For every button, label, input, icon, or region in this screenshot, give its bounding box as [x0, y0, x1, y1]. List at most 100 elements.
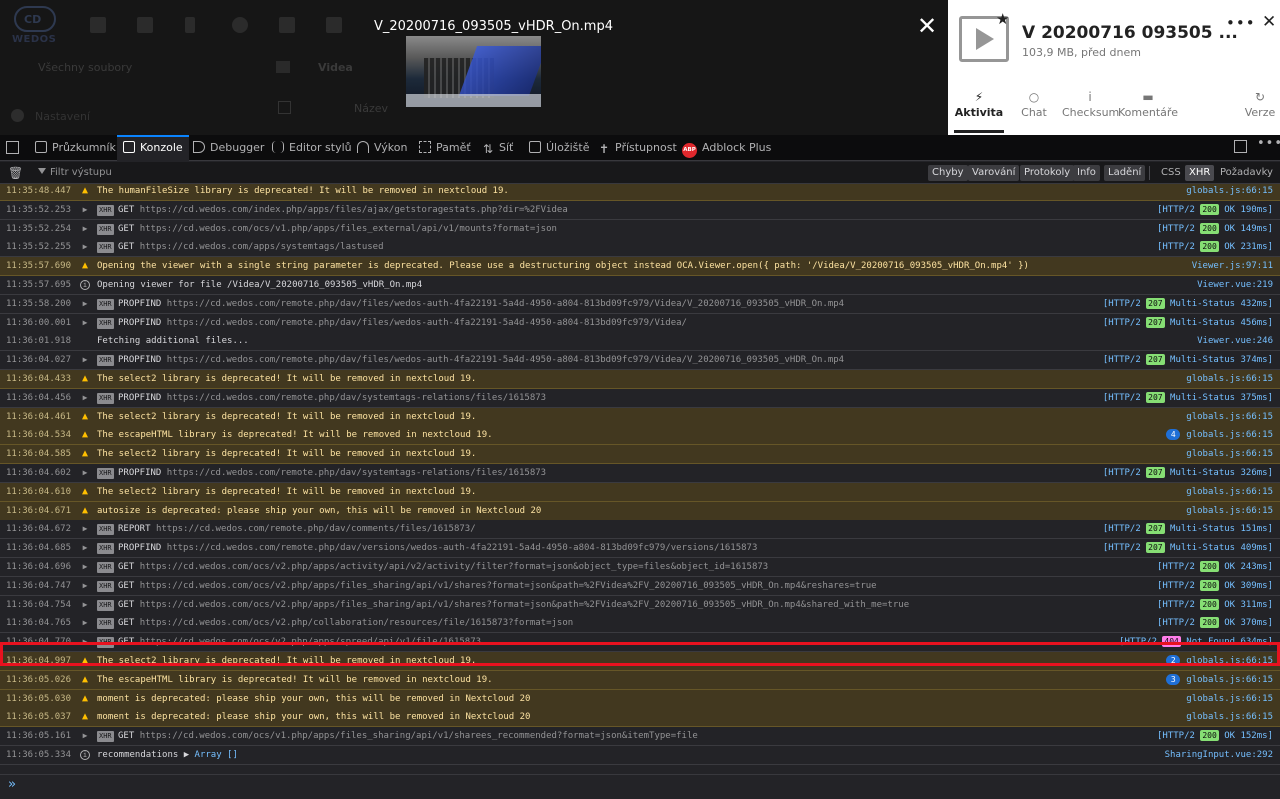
tab-debugger[interactable]: Debugger [193, 135, 264, 161]
home-icon[interactable] [276, 61, 290, 73]
warning-row[interactable]: 11:36:05.037 ▲ moment is deprecated: pleas… [0, 708, 1280, 728]
request-url[interactable]: https://cd.wedos.com/ocs/v2.php/apps/fil… [140, 581, 877, 591]
tab-inspector[interactable]: Průzkumník [35, 135, 116, 161]
nav-settings[interactable]: Nastavení [35, 110, 90, 123]
network-request-row[interactable]: 11:36:04.770 ▶ XHR GET https://cd.wedos.com… [0, 633, 1280, 653]
expand-arrow-icon[interactable]: ▶ [78, 577, 92, 595]
network-request-row[interactable]: 11:36:04.696 ▶ XHR GET https://cd.wedos.com… [0, 558, 1280, 577]
expand-arrow-icon[interactable]: ▶ [78, 220, 92, 238]
warning-row[interactable]: 11:36:04.433 ▲ The select2 library is depr… [0, 370, 1280, 389]
expand-arrow-icon[interactable]: ▶ [78, 314, 92, 332]
source-link[interactable]: globals.js:66:15 [1186, 656, 1273, 666]
network-request-row[interactable]: 11:35:52.255 ▶ XHR GET https://cd.wedos.com… [0, 238, 1280, 258]
calendar-app-icon[interactable] [326, 17, 342, 33]
expand-arrow-icon[interactable]: ▶ [78, 464, 92, 482]
source-link[interactable]: Viewer.js:97:11 [1192, 261, 1273, 271]
talk-app-icon[interactable] [232, 17, 248, 33]
network-request-row[interactable]: 11:35:52.254 ▶ XHR GET https://cd.wedos.com… [0, 219, 1280, 239]
source-link[interactable]: globals.js:66:15 [1186, 675, 1273, 685]
filter-info-button[interactable]: Info [1073, 165, 1100, 181]
request-url[interactable]: https://cd.wedos.com/remote.php/dav/file… [167, 299, 844, 309]
expand-arrow-icon[interactable]: ▶ [78, 727, 92, 745]
warning-row[interactable]: 11:36:04.671 ▲ autosize is deprecated: ple… [0, 501, 1280, 521]
network-request-row[interactable]: 11:36:04.765 ▶ XHR GET https://cd.wedos.com… [0, 614, 1280, 634]
favorite-star-icon[interactable]: ★ [996, 10, 1009, 28]
nav-all-files[interactable]: Všechny soubory [38, 61, 132, 74]
object-preview[interactable]: Array [] [195, 750, 238, 760]
source-link[interactable]: globals.js:66:15 [1186, 487, 1273, 497]
devtools-menu-icon[interactable]: ••• [1257, 136, 1280, 151]
source-link[interactable]: globals.js:66:15 [1186, 186, 1273, 196]
request-url[interactable]: https://cd.wedos.com/remote.php/dav/comm… [156, 524, 476, 534]
tab-console[interactable]: Konzole [117, 135, 189, 161]
warning-row[interactable]: 11:35:57.690 ▲ Opening the viewer with a s… [0, 257, 1280, 277]
expand-arrow-icon[interactable]: ▶ [78, 201, 92, 219]
request-url[interactable]: https://cd.wedos.com/remote.php/dav/syst… [167, 468, 546, 478]
source-link[interactable]: globals.js:66:15 [1186, 712, 1273, 722]
log-row[interactable]: 11:35:57.695 i Opening viewer for file /Vi… [0, 276, 1280, 295]
name-column-header[interactable]: Název [354, 102, 388, 115]
filter-errors-button[interactable]: Chyby [928, 165, 968, 181]
network-request-row[interactable]: 11:36:04.602 ▶ XHR PROPFIND https://cd.wedo… [0, 464, 1280, 483]
tab-activity[interactable]: ⚡ Aktivita [954, 90, 1004, 130]
wedos-logo[interactable]: CD WEDOS [10, 6, 66, 46]
log-row[interactable]: 11:36:01.918 Fetching additional files...… [0, 332, 1280, 352]
tab-comments[interactable]: ▬ Komentáře [1118, 90, 1178, 130]
tab-network[interactable]: ⇅ Síť [482, 135, 513, 161]
warning-row[interactable]: 11:36:05.026 ▲ The escapeHTML library is d… [0, 670, 1280, 690]
expand-arrow-icon[interactable]: ▶ [78, 389, 92, 407]
request-url[interactable]: https://cd.wedos.com/apps/systemtags/las… [140, 242, 384, 252]
source-link[interactable]: SharingInput.vue:292 [1165, 750, 1273, 760]
tab-adblock-plus[interactable]: ABP Adblock Plus [682, 135, 771, 161]
source-link[interactable]: globals.js:66:15 [1186, 694, 1273, 704]
network-request-row[interactable]: 11:36:04.754 ▶ XHR GET https://cd.wedos.com… [0, 595, 1280, 615]
expand-arrow-icon[interactable]: ▶ [78, 295, 92, 313]
request-url[interactable]: https://cd.wedos.com/ocs/v1.php/apps/fil… [140, 731, 698, 741]
network-request-row[interactable]: 11:36:04.747 ▶ XHR GET https://cd.wedos.com… [0, 576, 1280, 596]
expand-arrow-icon[interactable]: ▶ [78, 596, 92, 614]
expand-arrow-icon[interactable]: ▶ [78, 539, 92, 557]
tab-chat[interactable]: ○ Chat [1014, 90, 1054, 130]
request-url[interactable]: https://cd.wedos.com/index.php/apps/file… [140, 205, 568, 215]
warning-row[interactable]: 11:36:04.461 ▲ The select2 library is depr… [0, 407, 1280, 427]
network-request-row[interactable]: 11:36:04.685 ▶ XHR PROPFIND https://cd.wedo… [0, 539, 1280, 559]
warning-row[interactable]: 11:36:04.610 ▲ The select2 library is depr… [0, 482, 1280, 502]
network-request-row[interactable]: 11:36:04.027 ▶ XHR PROPFIND https://cd.wedo… [0, 351, 1280, 371]
expand-arrow-icon[interactable]: ▶ [78, 614, 92, 632]
request-url[interactable]: https://cd.wedos.com/remote.php/dav/syst… [167, 393, 546, 403]
tab-checksum[interactable]: i Checksum [1062, 90, 1119, 130]
filter-output-input[interactable]: Filtr výstupu [34, 163, 334, 183]
request-url[interactable]: https://cd.wedos.com/ocs/v1.php/apps/fil… [140, 224, 557, 234]
tab-versions[interactable]: ↻ Verze [1240, 90, 1280, 130]
request-url[interactable]: https://cd.wedos.com/ocs/v2.php/apps/spr… [140, 637, 481, 647]
filter-logs-button[interactable]: Protokoly [1020, 165, 1075, 181]
source-link[interactable]: globals.js:66:15 [1186, 412, 1273, 422]
expand-arrow-icon[interactable]: ▶ [78, 351, 92, 369]
request-url[interactable]: https://cd.wedos.com/remote.php/dav/file… [167, 318, 687, 328]
warning-row[interactable]: 11:36:05.030 ▲ moment is deprecated: pleas… [0, 689, 1280, 709]
tab-style-editor[interactable]: Editor stylů [272, 135, 352, 161]
breadcrumb-videa[interactable]: Videa [318, 61, 353, 74]
source-link[interactable]: globals.js:66:15 [1186, 449, 1273, 459]
contacts-app-icon[interactable] [279, 17, 295, 33]
settings-icon[interactable] [11, 109, 24, 122]
expand-arrow-icon[interactable]: ▶ [78, 520, 92, 538]
network-request-row[interactable]: 11:36:00.001 ▶ XHR PROPFIND https://cd.wedo… [0, 313, 1280, 333]
tab-memory[interactable]: Paměť [419, 135, 471, 161]
source-link[interactable]: globals.js:66:15 [1186, 430, 1273, 440]
expand-arrow-icon[interactable]: ▶ [78, 633, 92, 651]
console-input[interactable] [0, 774, 1280, 799]
tab-accessibility[interactable]: ✝ Přístupnost [598, 135, 677, 161]
source-link[interactable]: Viewer.vue:246 [1197, 336, 1273, 346]
expand-arrow-icon[interactable]: ▶ [78, 238, 92, 256]
filter-warnings-button[interactable]: Varování [968, 165, 1020, 181]
activity-app-icon[interactable] [185, 17, 195, 33]
expand-arrow-icon[interactable]: ▶ [78, 558, 92, 576]
network-request-row[interactable]: 11:36:04.456 ▶ XHR PROPFIND https://cd.wedo… [0, 388, 1280, 408]
photos-app-icon[interactable] [137, 17, 153, 33]
viewer-close-icon[interactable]: ✕ [913, 12, 941, 40]
warning-row[interactable]: 11:36:04.997 ▲ The select2 library is depr… [0, 652, 1280, 671]
source-link[interactable]: Viewer.vue:219 [1197, 280, 1273, 290]
filter-requests-button[interactable]: Požadavky [1216, 165, 1277, 181]
video-preview[interactable] [406, 36, 541, 107]
